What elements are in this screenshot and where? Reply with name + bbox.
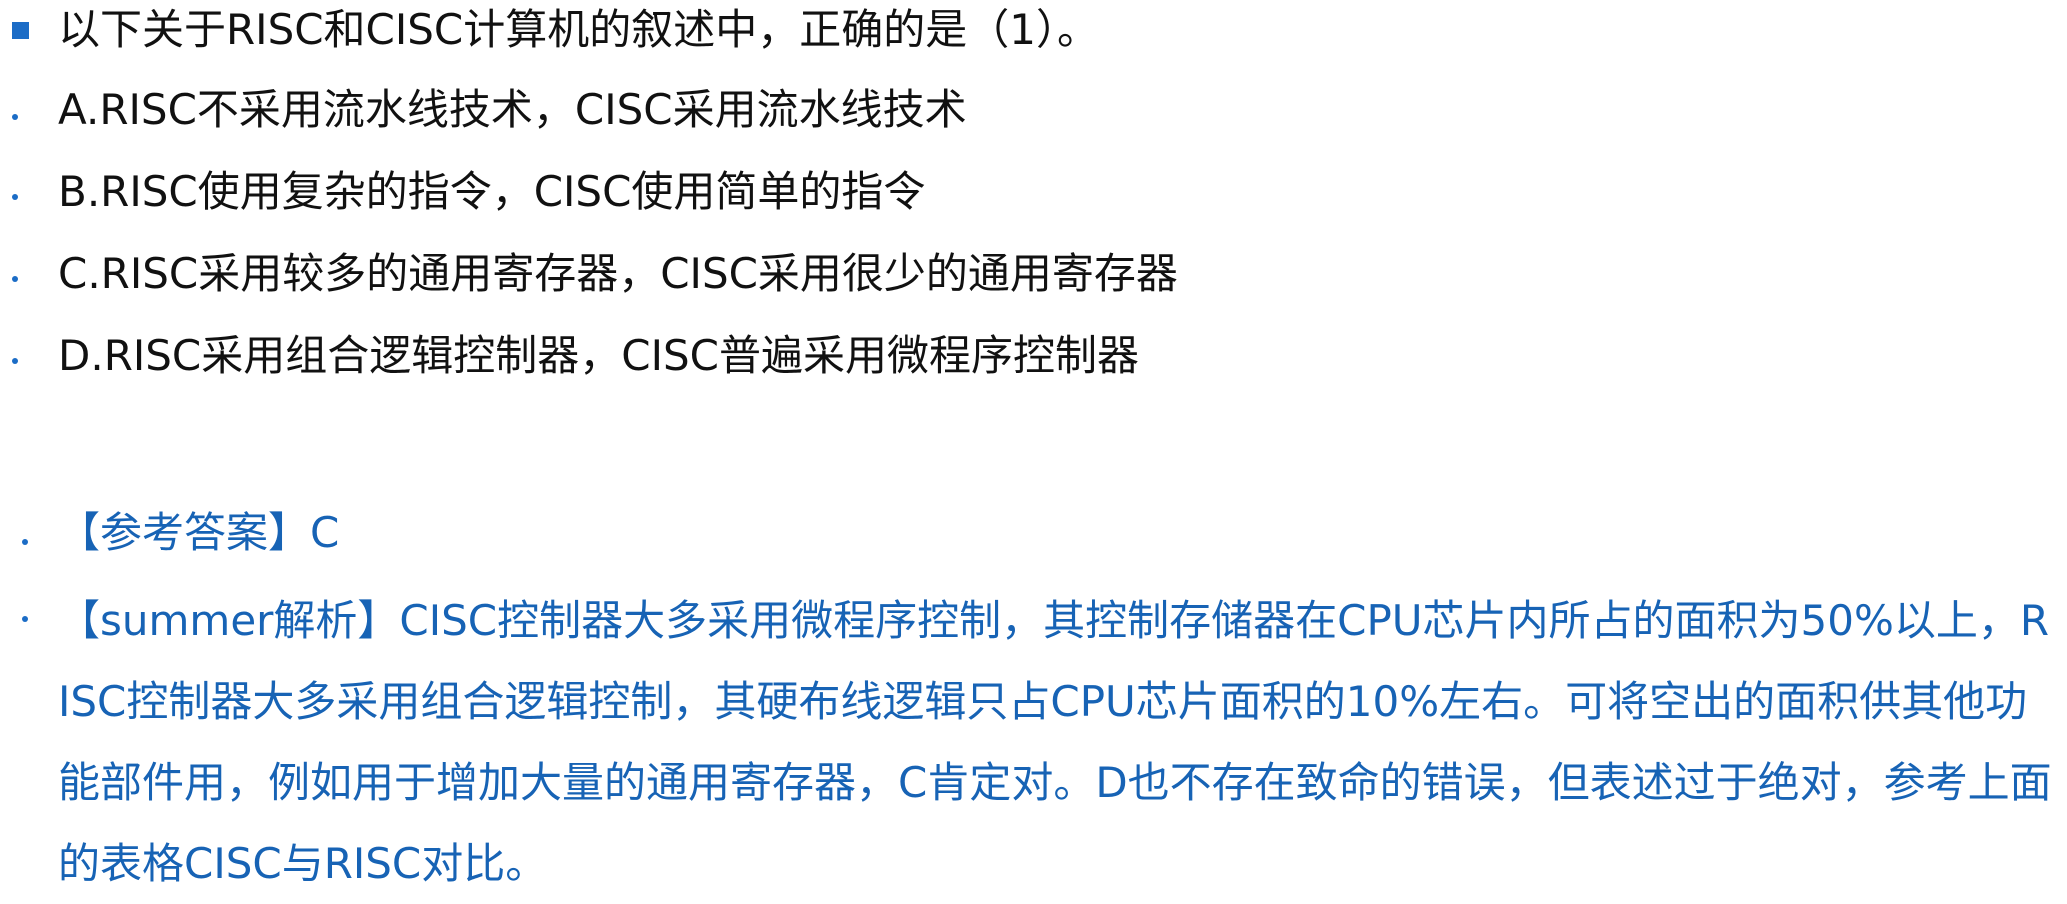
reference-answer-row: 【参考答案】C [0,505,2067,565]
option-b-row: B.RISC使用复杂的指令，CISC使用简单的指令 [0,164,2067,224]
analysis-paragraph: 【summer解析】CISC控制器大多采用微程序控制，其控制存储器在CPU芯片内… [58,596,2052,888]
option-c-row: C.RISC采用较多的通用寄存器，CISC采用很少的通用寄存器 [0,246,2067,306]
dot-bullet-icon [12,276,18,282]
dot-bullet-icon [12,358,18,364]
reference-answer: 【参考答案】C [58,508,340,557]
square-bullet-icon [12,22,29,39]
option-b: B.RISC使用复杂的指令，CISC使用简单的指令 [58,167,926,216]
question-stem-row: 以下关于RISC和CISC计算机的叙述中，正确的是（1）。 [0,2,2067,62]
dot-bullet-icon [12,194,18,200]
dot-bullet-icon [22,616,28,622]
option-a: A.RISC不采用流水线技术，CISC采用流水线技术 [58,85,967,134]
option-a-row: A.RISC不采用流水线技术，CISC采用流水线技术 [0,82,2067,142]
option-c: C.RISC采用较多的通用寄存器，CISC采用很少的通用寄存器 [58,249,1178,298]
dot-bullet-icon [22,539,28,545]
slide: 以下关于RISC和CISC计算机的叙述中，正确的是（1）。 A.RISC不采用流… [0,0,2067,888]
option-d: D.RISC采用组合逻辑控制器，CISC普遍采用微程序控制器 [58,331,1139,380]
option-d-row: D.RISC采用组合逻辑控制器，CISC普遍采用微程序控制器 [0,328,2067,388]
dot-bullet-icon [12,114,18,120]
question-stem: 以下关于RISC和CISC计算机的叙述中，正确的是（1）。 [58,5,1099,54]
